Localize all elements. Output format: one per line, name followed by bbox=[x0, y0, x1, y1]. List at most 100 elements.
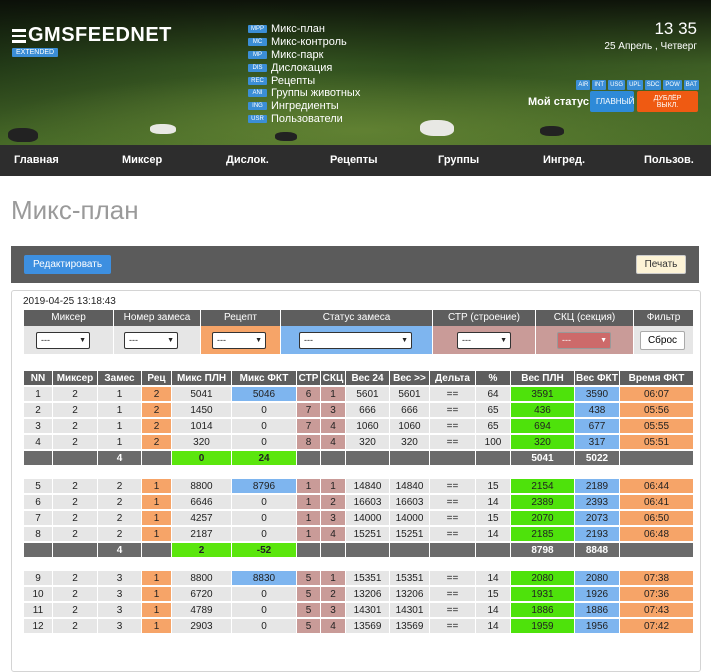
brand-logo[interactable]: GMSFEEDNET bbox=[12, 24, 172, 47]
summary-weight-fact: 5022 bbox=[575, 451, 620, 466]
cell-recipe: 1 bbox=[142, 495, 172, 510]
menu-item-ingredients[interactable]: ING Ингредиенты bbox=[248, 100, 360, 113]
logo-icon bbox=[12, 28, 26, 43]
print-button[interactable]: Печать bbox=[636, 255, 686, 274]
nav-users[interactable]: Пользов. bbox=[644, 154, 694, 166]
cell-recipe: 2 bbox=[142, 435, 172, 450]
menu-tag: MPP bbox=[248, 25, 267, 34]
batch-select[interactable]: --- bbox=[124, 332, 178, 349]
cell-weight-plan: 2070 bbox=[511, 511, 575, 526]
cell-mix-plan: 6720 bbox=[172, 587, 232, 602]
cell-recipe: 1 bbox=[142, 619, 172, 634]
status-select[interactable]: --- bbox=[299, 332, 412, 349]
summary-cell bbox=[390, 543, 430, 558]
column-header[interactable]: Вес ФКТ bbox=[575, 371, 620, 386]
filter-building-label: СТР (строение) bbox=[433, 310, 536, 326]
cell-delta: == bbox=[430, 587, 476, 602]
cell-batch: 2 bbox=[98, 511, 142, 526]
column-header[interactable]: Микс ФКТ bbox=[232, 371, 297, 386]
clock-date: 25 Апрель , Четверг bbox=[604, 41, 697, 52]
column-header[interactable]: Время ФКТ bbox=[620, 371, 694, 386]
nav-home[interactable]: Главная bbox=[14, 154, 59, 166]
cell-weight-next: 13206 bbox=[390, 587, 430, 602]
cell-mix-plan: 4789 bbox=[172, 603, 232, 618]
cell-mixer: 2 bbox=[53, 495, 98, 510]
cell-time-fact: 05:51 bbox=[620, 435, 694, 450]
cell-time-fact: 05:55 bbox=[620, 419, 694, 434]
nav-mixer[interactable]: Миксер bbox=[122, 154, 162, 166]
mixer-select[interactable]: --- bbox=[36, 332, 90, 349]
badge-int: INT bbox=[592, 80, 607, 90]
nav-ingredients[interactable]: Ингред. bbox=[543, 154, 585, 166]
menu-item-animal-groups[interactable]: ANI Группы животных bbox=[248, 87, 360, 100]
cell-mix-fact: 8796 bbox=[232, 479, 297, 494]
page-title: Микс-план bbox=[11, 195, 139, 225]
cell-mix-fact: 0 bbox=[232, 403, 297, 418]
column-header[interactable]: Дельта bbox=[430, 371, 476, 386]
cell-section: 3 bbox=[321, 511, 346, 526]
column-header[interactable]: % bbox=[476, 371, 511, 386]
section-select[interactable]: --- bbox=[557, 332, 611, 349]
nav-dislocation[interactable]: Дислок. bbox=[226, 154, 269, 166]
recipe-select[interactable]: --- bbox=[212, 332, 266, 349]
cell-mixer: 2 bbox=[53, 619, 98, 634]
reset-filter-button[interactable]: Сброс bbox=[640, 331, 685, 350]
edit-button[interactable]: Редактировать bbox=[24, 255, 111, 274]
cell-building: 1 bbox=[297, 511, 321, 526]
column-header[interactable]: Вес ПЛН bbox=[511, 371, 575, 386]
cow-silhouette bbox=[275, 132, 297, 141]
summary-cell bbox=[53, 543, 98, 558]
cell-recipe: 1 bbox=[142, 479, 172, 494]
cell-weight-plan: 2185 bbox=[511, 527, 575, 542]
cell-nn: 10 bbox=[24, 587, 53, 602]
cell-weight-plan: 320 bbox=[511, 435, 575, 450]
filter-label: Фильтр bbox=[634, 310, 694, 326]
cell-delta: == bbox=[430, 619, 476, 634]
cell-time-fact: 07:42 bbox=[620, 619, 694, 634]
badge-upl: UPL bbox=[627, 80, 643, 90]
menu-item-users[interactable]: USR Пользователи bbox=[248, 113, 360, 126]
nav-groups[interactable]: Группы bbox=[438, 154, 479, 166]
building-select[interactable]: --- bbox=[457, 332, 511, 349]
column-header[interactable]: Замес bbox=[98, 371, 142, 386]
summary-cell bbox=[476, 451, 511, 466]
cell-section: 1 bbox=[321, 387, 346, 402]
column-header[interactable]: Миксер bbox=[53, 371, 98, 386]
menu-item-mix-park[interactable]: MP Микс-парк bbox=[248, 49, 360, 62]
menu-item-mix-control[interactable]: MC Микс-контроль bbox=[248, 36, 360, 49]
menu-item-mix-plan[interactable]: MPP Микс-план bbox=[248, 23, 360, 36]
cell-batch: 3 bbox=[98, 619, 142, 634]
cell-mixer: 2 bbox=[53, 403, 98, 418]
main-status-button[interactable]: ГЛАВНЫЙ bbox=[590, 91, 634, 112]
summary-cell bbox=[142, 451, 172, 466]
cell-percent: 14 bbox=[476, 571, 511, 586]
cell-building: 5 bbox=[297, 619, 321, 634]
column-header[interactable]: Микс ПЛН bbox=[172, 371, 232, 386]
filter-cell: Сброс bbox=[634, 326, 694, 354]
nav-recipes[interactable]: Рецепты bbox=[330, 154, 378, 166]
duplicate-status-button[interactable]: ДУБЛЁР ВЫКЛ. bbox=[637, 91, 698, 112]
menu-label: Пользователи bbox=[271, 112, 343, 125]
summary-mix-plan: 2 bbox=[172, 543, 232, 558]
cell-weight-fact: 317 bbox=[575, 435, 620, 450]
menu-label: Микс-парк bbox=[271, 48, 324, 61]
cell-percent: 14 bbox=[476, 619, 511, 634]
menu-item-dislocation[interactable]: DIS Дислокация bbox=[248, 61, 360, 74]
cell-percent: 15 bbox=[476, 479, 511, 494]
main-menu: MPP Микс-план MC Микс-контроль MP Микс-парк… bbox=[248, 23, 360, 125]
cell-mixer: 2 bbox=[53, 603, 98, 618]
column-header[interactable]: Вес 24 bbox=[346, 371, 390, 386]
cell-section: 4 bbox=[321, 619, 346, 634]
column-header[interactable]: NN bbox=[24, 371, 53, 386]
cell-weight-fact: 1956 bbox=[575, 619, 620, 634]
column-header[interactable]: Рец bbox=[142, 371, 172, 386]
menu-item-recipes[interactable]: REC Рецепты bbox=[248, 74, 360, 87]
filter-cell: --- bbox=[201, 326, 281, 354]
column-header[interactable]: СТР bbox=[297, 371, 321, 386]
clock-time: 13 35 bbox=[654, 19, 697, 38]
badge-pow: POW bbox=[663, 80, 682, 90]
cell-section: 4 bbox=[321, 527, 346, 542]
column-header[interactable]: Вес >> bbox=[390, 371, 430, 386]
cell-nn: 9 bbox=[24, 571, 53, 586]
column-header[interactable]: СКЦ bbox=[321, 371, 346, 386]
